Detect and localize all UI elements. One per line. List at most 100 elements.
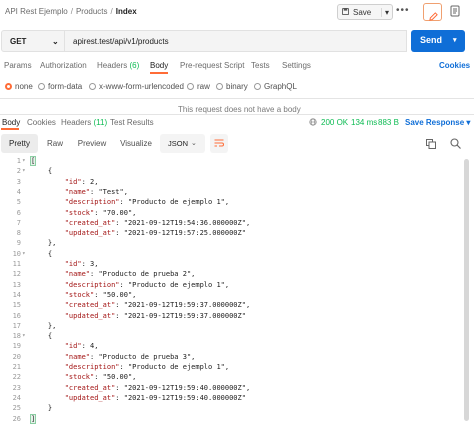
- breadcrumb-folder[interactable]: Products: [76, 7, 108, 16]
- fold-toggle-icon[interactable]: ▾: [22, 157, 26, 164]
- response-size: 883 B: [378, 118, 399, 127]
- body-type-label: none: [15, 82, 33, 91]
- code-line: 13 "description": "Producto de ejemplo 1…: [0, 281, 462, 291]
- body-type-label: raw: [197, 82, 210, 91]
- code-text: "stock": "50.00",: [64, 373, 137, 382]
- view-raw[interactable]: Raw: [40, 134, 70, 153]
- scrollbar-thumb[interactable]: [464, 159, 469, 421]
- request-tabs: Params Authorization Headers (6) Body Pr…: [0, 56, 474, 74]
- save-icon: [342, 8, 349, 17]
- save-response-button[interactable]: Save Response ▾: [405, 118, 470, 127]
- breadcrumb-collection[interactable]: API Rest Ejemplo: [5, 7, 68, 16]
- tab-body[interactable]: Body: [150, 61, 168, 70]
- body-type-none[interactable]: none: [5, 82, 33, 91]
- code-line: 11 "id": 3,: [0, 260, 462, 270]
- tab-headers[interactable]: Headers (6): [97, 61, 139, 70]
- code-line: 21 "description": "Producto de ejemplo 1…: [0, 363, 462, 373]
- code-line: 15 "created_at": "2021-09-12T19:59:37.00…: [0, 301, 462, 311]
- tab-authorization[interactable]: Authorization: [40, 61, 87, 70]
- code-line: 14 "stock": "50.00",: [0, 291, 462, 301]
- fold-toggle-icon[interactable]: ▾: [22, 332, 26, 339]
- line-number: 8: [16, 229, 21, 238]
- code-text: {: [31, 332, 53, 341]
- send-dropdown-icon[interactable]: ▾: [453, 36, 457, 44]
- code-line: 1 ▾[: [0, 156, 462, 167]
- tab-pre-request-script[interactable]: Pre-request Script: [180, 61, 244, 70]
- line-number: 22: [12, 373, 21, 382]
- code-line: 5 "description": "Producto de ejemplo 1"…: [0, 198, 462, 208]
- line-number: 23: [12, 383, 21, 392]
- cookies-link[interactable]: Cookies: [439, 61, 470, 70]
- wrap-lines-button[interactable]: [210, 134, 228, 153]
- radio-icon: [38, 83, 45, 90]
- radio-icon: [187, 83, 194, 90]
- fold-toggle-icon[interactable]: ▾: [22, 250, 26, 257]
- response-divider[interactable]: [0, 114, 474, 115]
- line-number: 1: [16, 157, 21, 165]
- code-text: },: [31, 321, 57, 330]
- method-select[interactable]: GET ⌄: [1, 30, 65, 52]
- code-line: 19 "id": 4,: [0, 342, 462, 352]
- save-label: Save: [353, 8, 372, 17]
- send-button[interactable]: Send ▾: [411, 30, 465, 52]
- line-number: 6: [16, 208, 21, 217]
- radio-selected-icon: [5, 83, 12, 90]
- line-number: 25: [12, 404, 21, 413]
- code-text: {: [31, 167, 53, 176]
- response-body-editor[interactable]: 1 ▾[2 ▾ {3 "id": 2, 4 "name": "Test", 5 "des…: [0, 156, 462, 425]
- body-type-binary[interactable]: binary: [216, 82, 248, 91]
- divider: [0, 98, 474, 99]
- view-label: Visualize: [120, 139, 152, 148]
- radio-icon: [216, 83, 223, 90]
- code-line: 26]: [0, 413, 462, 425]
- editor-scrollbar[interactable]: [463, 159, 470, 421]
- more-options-icon[interactable]: •••: [396, 5, 410, 16]
- line-number: 20: [12, 352, 21, 361]
- url-input[interactable]: apirest.test/api/v1/products: [65, 30, 407, 52]
- documentation-icon[interactable]: [448, 4, 462, 23]
- format-select[interactable]: JSON ⌄: [160, 134, 205, 153]
- line-number: 12: [12, 270, 21, 279]
- edit-button[interactable]: [423, 3, 442, 21]
- search-icon[interactable]: [450, 138, 461, 151]
- response-tab-cookies[interactable]: Cookies: [27, 118, 56, 127]
- fold-toggle-icon[interactable]: ▾: [22, 167, 26, 174]
- code-line: 3 "id": 2,: [0, 178, 462, 188]
- body-type-raw[interactable]: raw: [187, 82, 210, 91]
- code-text: "stock": "50.00",: [64, 290, 137, 299]
- view-visualize[interactable]: Visualize: [114, 134, 158, 153]
- globe-icon: [309, 118, 317, 128]
- body-type-form-data[interactable]: form-data: [38, 82, 82, 91]
- save-button[interactable]: Save ▾: [337, 4, 393, 20]
- code-text: "stock": "70.00",: [64, 208, 137, 217]
- tab-settings[interactable]: Settings: [282, 61, 311, 70]
- view-label: Pretty: [9, 139, 30, 148]
- save-dropdown-icon[interactable]: ▾: [381, 8, 389, 17]
- view-preview[interactable]: Preview: [72, 134, 112, 153]
- url-value: apirest.test/api/v1/products: [73, 37, 169, 46]
- save-response-chevron-icon: ▾: [466, 118, 471, 127]
- body-type-options: none form-data x-www-form-urlencoded raw…: [0, 79, 474, 95]
- line-number: 14: [12, 290, 21, 299]
- code-line: 16 "updated_at": "2021-09-12T19:59:37.00…: [0, 312, 462, 322]
- line-number: 15: [12, 301, 21, 310]
- chevron-down-icon: ⌄: [191, 140, 197, 147]
- code-text: "created_at": "2021-09-12T19:59:37.00000…: [64, 301, 251, 310]
- request-row: GET ⌄ apirest.test/api/v1/products Send …: [0, 30, 474, 52]
- response-tab-body[interactable]: Body: [2, 118, 20, 127]
- copy-icon[interactable]: [426, 139, 436, 151]
- response-tab-headers[interactable]: Headers (11): [61, 118, 107, 127]
- body-type-urlencoded[interactable]: x-www-form-urlencoded: [89, 82, 184, 91]
- format-value: JSON: [168, 139, 189, 148]
- code-line: 6 "stock": "70.00",: [0, 209, 462, 219]
- tab-tests[interactable]: Tests: [251, 61, 270, 70]
- body-type-graphql[interactable]: GraphQL: [254, 82, 297, 91]
- view-pretty[interactable]: Pretty: [1, 134, 38, 153]
- tab-params[interactable]: Params: [4, 61, 32, 70]
- code-text: "description": "Producto de ejemplo 1",: [64, 363, 230, 371]
- code-line: 18 ▾ {: [0, 332, 462, 342]
- code-line: 10 ▾ {: [0, 250, 462, 260]
- line-number: 2: [16, 167, 21, 176]
- code-text: "description": "Producto de ejemplo 1",: [64, 280, 230, 289]
- response-tab-test-results[interactable]: Test Results: [110, 118, 154, 127]
